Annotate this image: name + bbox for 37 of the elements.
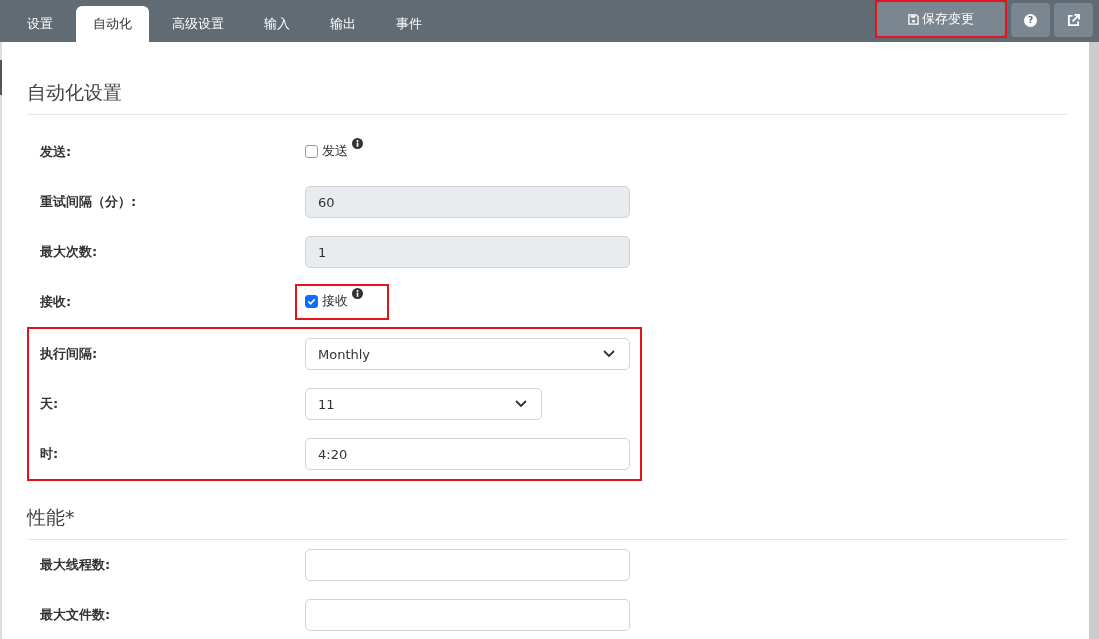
field-label: 天:: [40, 395, 60, 413]
section-heading: 自动化设置: [27, 42, 1067, 115]
section-heading: 性能*: [27, 481, 1067, 540]
field-label: 接收:: [40, 293, 73, 311]
field-label: 最大次数:: [40, 243, 99, 261]
scrollbar[interactable]: [1089, 42, 1099, 639]
help-button[interactable]: ?: [1011, 3, 1050, 37]
checkbox-label: 接收: [322, 292, 348, 310]
field-label: 最大文件数:: [40, 606, 112, 624]
dropdown[interactable]: 11: [305, 388, 542, 420]
tab[interactable]: 事件: [379, 6, 439, 42]
input-field[interactable]: 4:20: [305, 438, 630, 470]
field-label: 发送:: [40, 143, 73, 161]
field-label: 最大线程数:: [40, 556, 112, 574]
save-button[interactable]: 保存变更: [877, 2, 1005, 36]
external-link-button[interactable]: [1054, 3, 1093, 37]
tab[interactable]: 输入: [247, 6, 307, 42]
tab[interactable]: 输出: [313, 6, 373, 42]
external-link-icon: [1067, 13, 1080, 27]
chevron-down-icon: [603, 350, 615, 358]
checkbox[interactable]: [305, 294, 318, 308]
input-field[interactable]: 60: [305, 186, 630, 218]
info-icon: [352, 288, 363, 299]
info-icon: [352, 138, 363, 149]
input-field[interactable]: [305, 549, 630, 581]
tab[interactable]: 设置: [10, 6, 70, 42]
dropdown[interactable]: Monthly: [305, 338, 630, 370]
field-label: 时:: [40, 445, 60, 463]
input-field[interactable]: [305, 599, 630, 631]
tab[interactable]: 自动化: [76, 6, 149, 42]
tab[interactable]: 高级设置: [155, 6, 241, 42]
input-field[interactable]: 1: [305, 236, 630, 268]
checkbox-label: 发送: [322, 142, 348, 160]
field-label: 重试间隔（分）:: [40, 193, 138, 211]
checkbox[interactable]: [305, 144, 318, 158]
field-label: 执行间隔:: [40, 345, 99, 363]
chevron-down-icon: [515, 400, 527, 408]
